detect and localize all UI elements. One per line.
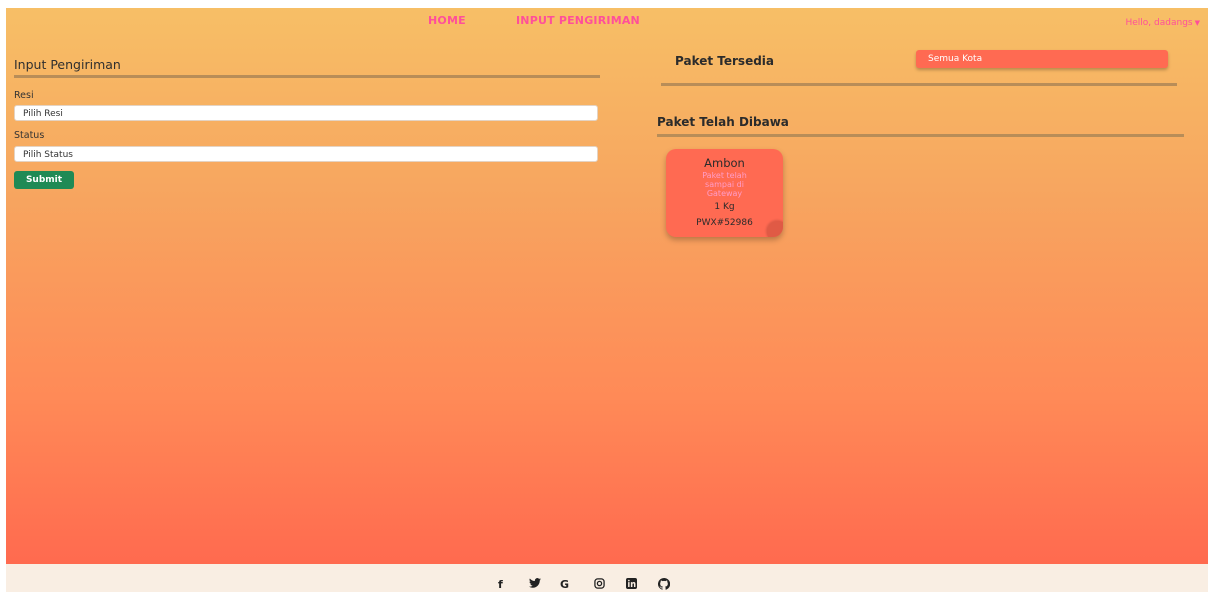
status-label: Status	[14, 130, 45, 141]
instagram-icon[interactable]	[594, 578, 605, 592]
package-status: Paket telah sampai di Gateway	[702, 171, 747, 198]
top-nav: HOME INPUT PENGIRIMAN Hello, dadangs ▼	[6, 8, 1208, 36]
linkedin-icon[interactable]	[626, 578, 637, 592]
google-icon[interactable]: G	[560, 578, 569, 591]
user-menu[interactable]: Hello, dadangs ▼	[1126, 18, 1201, 28]
page-curl-decoration	[767, 221, 783, 237]
package-resi: PWX#52986	[696, 218, 753, 228]
city-filter-select[interactable]: Semua Kota	[916, 50, 1168, 68]
nav-input-pengiriman-link[interactable]: INPUT PENGIRIMAN	[516, 14, 640, 27]
paket-tersedia-title: Paket Tersedia	[675, 54, 775, 68]
package-weight: 1 Kg	[714, 202, 735, 212]
nav-home-link[interactable]: HOME	[428, 14, 466, 27]
status-select[interactable]: Pilih Status	[14, 146, 598, 162]
divider	[657, 134, 1184, 137]
divider	[14, 75, 600, 78]
package-city: Ambon	[704, 156, 745, 170]
package-card[interactable]: Ambon Paket telah sampai di Gateway 1 Kg…	[666, 149, 783, 237]
resi-label: Resi	[14, 90, 34, 101]
app-window: HOME INPUT PENGIRIMAN Hello, dadangs ▼ In…	[6, 8, 1208, 564]
divider	[661, 83, 1177, 86]
user-greeting: Hello, dadangs	[1125, 18, 1193, 28]
form-title: Input Pengiriman	[14, 57, 121, 72]
github-icon[interactable]	[657, 577, 671, 593]
paket-dibawa-title: Paket Telah Dibawa	[657, 115, 789, 129]
submit-button[interactable]: Submit	[14, 171, 74, 189]
facebook-icon[interactable]: f	[498, 578, 503, 591]
resi-select[interactable]: Pilih Resi	[14, 105, 598, 121]
footer: f G	[6, 564, 1208, 592]
twitter-icon[interactable]	[529, 578, 541, 591]
caret-down-icon: ▼	[1194, 19, 1200, 27]
